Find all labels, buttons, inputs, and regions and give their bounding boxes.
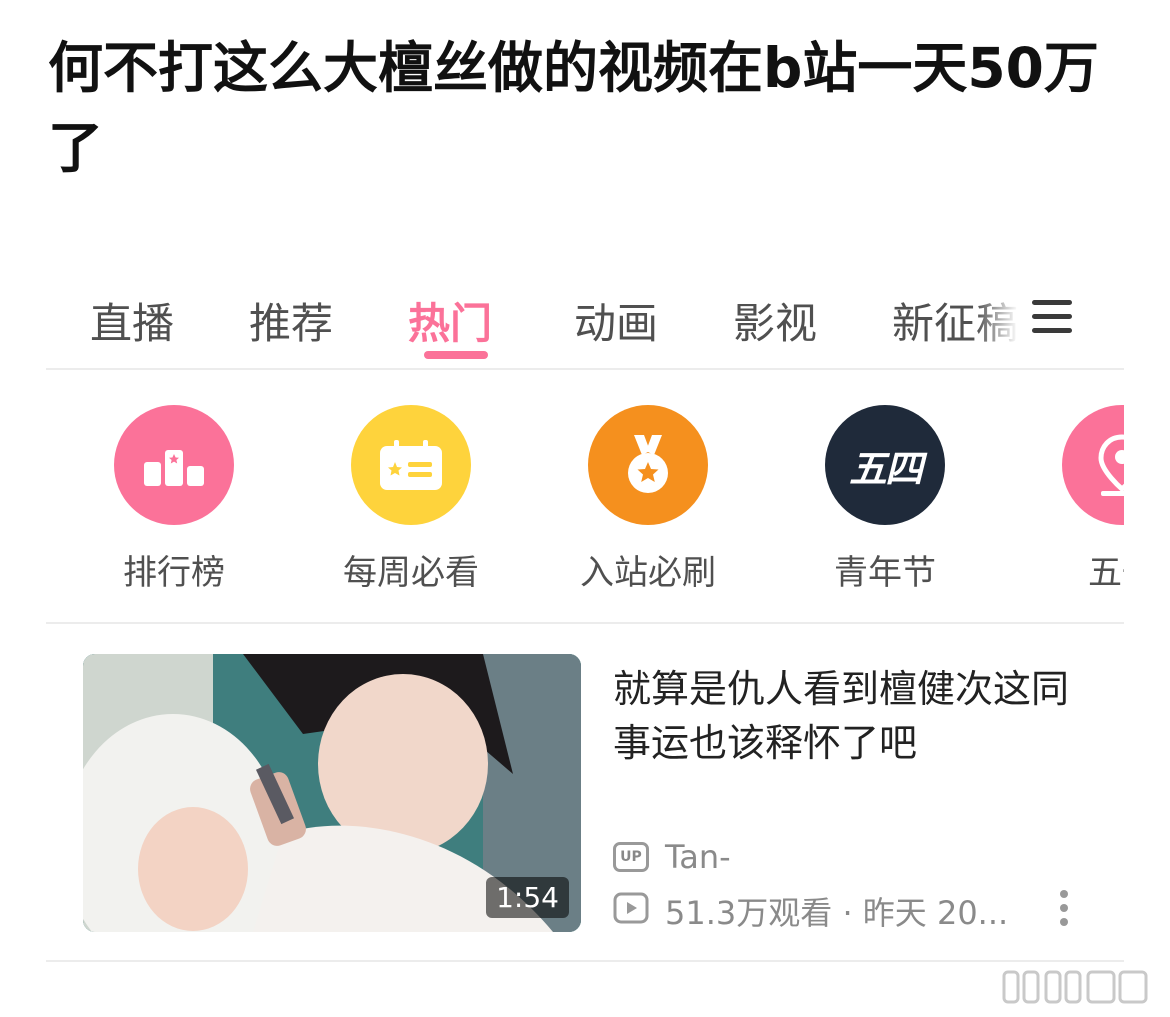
map-pin-icon — [1062, 405, 1124, 525]
wusi-badge-text: 五四 — [848, 446, 923, 491]
bilibili-screenshot-card: 直播 推荐 热门 动画 影视 新征稿 排行榜 每周必看 入站必刷 五四 青年节 … — [46, 260, 1124, 972]
quick-entry-label: 入站必刷 — [580, 553, 716, 593]
uploader-name: Tan- — [665, 838, 731, 876]
video-title[interactable]: 就算是仇人看到檀健次这同事运也该释怀了吧 — [613, 662, 1093, 770]
menu-icon[interactable] — [1032, 300, 1076, 334]
quick-entry-label: 每周必看 — [343, 553, 479, 593]
video-thumbnail[interactable]: 1:54 — [83, 654, 581, 932]
uploader-row[interactable]: UP Tan- — [613, 838, 731, 876]
post-title: 何不打这么大檀丝做的视频在b站一天50万了 — [48, 36, 1099, 180]
wusi-badge-icon: 五四 — [825, 405, 945, 525]
view-count: 51.3万观看 — [665, 894, 833, 932]
publish-date: 昨天 20... — [862, 894, 1009, 932]
play-count-icon — [613, 892, 649, 924]
tab-recommend[interactable]: 推荐 — [249, 290, 333, 351]
calendar-card-icon — [351, 405, 471, 525]
category-tabs: 直播 推荐 热门 动画 影视 新征稿 — [46, 260, 1124, 370]
quick-entry-label: 五一 — [1088, 553, 1124, 593]
quick-entry-label: 排行榜 — [123, 553, 225, 593]
divider — [46, 960, 1124, 962]
active-tab-indicator — [424, 351, 488, 359]
podium-icon — [114, 405, 234, 525]
watermark-logo — [1002, 970, 1148, 1004]
tab-hot[interactable]: 热门 — [408, 290, 492, 351]
meta-separator: · — [842, 894, 863, 932]
tab-film[interactable]: 影视 — [733, 290, 817, 351]
video-card[interactable]: 1:54 就算是仇人看到檀健次这同事运也该释怀了吧 UP Tan- 51.3万观… — [46, 624, 1124, 964]
tab-animation[interactable]: 动画 — [574, 290, 658, 351]
quick-entries: 排行榜 每周必看 入站必刷 五四 青年节 五 — [46, 370, 1124, 622]
video-duration: 1:54 — [486, 877, 569, 918]
quick-entry-label: 青年节 — [834, 553, 936, 593]
medal-icon — [588, 405, 708, 525]
stats-row: 51.3万观看 · 昨天 20... — [613, 888, 1008, 934]
up-badge-icon: UP — [613, 842, 649, 872]
tab-live[interactable]: 直播 — [90, 290, 174, 351]
more-options-icon[interactable] — [1054, 888, 1074, 928]
tab-scroll-fade — [976, 280, 1036, 360]
